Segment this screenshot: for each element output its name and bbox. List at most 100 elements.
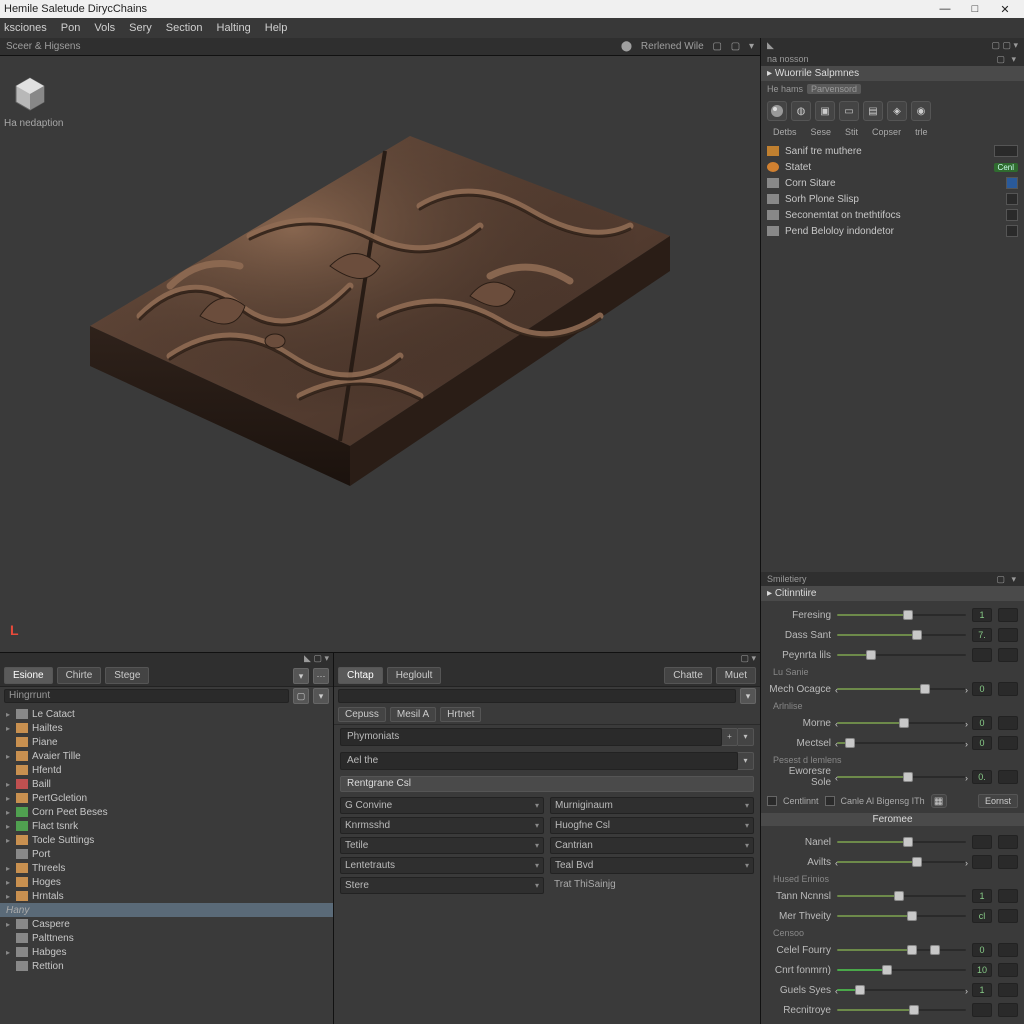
viewport-3d[interactable]: Ha nedaption L bbox=[0, 56, 760, 652]
tree-item[interactable]: ▸Habges bbox=[0, 945, 333, 959]
tree-item[interactable]: ▸Tocle Suttings bbox=[0, 833, 333, 847]
apply-button[interactable]: Eornst bbox=[978, 794, 1018, 808]
tab-chtap[interactable]: Chtap bbox=[338, 667, 383, 684]
subtab[interactable]: Cepuss bbox=[338, 707, 386, 722]
value-box[interactable]: 0 bbox=[972, 943, 992, 957]
outliner-tree[interactable]: ▸Le Catact▸HailtesPiane▸Avaier TilleHfen… bbox=[0, 705, 333, 1024]
outliner-search[interactable]: Hingrrunt bbox=[4, 689, 289, 703]
value-box[interactable]: 0 bbox=[972, 682, 992, 696]
checkbox[interactable] bbox=[825, 796, 835, 806]
material-ball-icon[interactable] bbox=[767, 101, 787, 121]
subtab[interactable]: Mesil A bbox=[390, 707, 436, 722]
tree-item[interactable]: Rettion bbox=[0, 959, 333, 973]
value-box[interactable] bbox=[998, 835, 1018, 849]
tree-item[interactable]: ▸Threels bbox=[0, 861, 333, 875]
section-header[interactable]: Rentgrane Csl bbox=[340, 776, 754, 792]
value-box[interactable] bbox=[972, 855, 992, 869]
tree-item[interactable]: ▸Avaier Tille bbox=[0, 749, 333, 763]
value-box[interactable]: 0 bbox=[972, 736, 992, 750]
tree-item[interactable]: Port bbox=[0, 847, 333, 861]
tree-item[interactable]: ▸Baill bbox=[0, 777, 333, 791]
value-box[interactable] bbox=[998, 909, 1018, 923]
menu-item[interactable]: Pon bbox=[61, 22, 81, 34]
menu-item[interactable]: Halting bbox=[217, 22, 251, 34]
slider[interactable]: ‹› bbox=[837, 716, 966, 730]
tab-chirte[interactable]: Chirte bbox=[57, 667, 102, 684]
list-item[interactable]: StatetCenl bbox=[767, 159, 1018, 175]
menu-item[interactable]: Section bbox=[166, 22, 203, 34]
panel-controls[interactable]: ▢ ▢ ▾ bbox=[991, 40, 1018, 51]
tree-item[interactable]: ▸PertGcletion bbox=[0, 791, 333, 805]
add-line-field[interactable]: Ael the bbox=[340, 752, 738, 770]
save-icon[interactable]: ▤ bbox=[863, 101, 883, 121]
value-box[interactable] bbox=[972, 648, 992, 662]
slider[interactable]: ‹› bbox=[837, 770, 966, 784]
viewport-toggle[interactable]: ▢ bbox=[713, 41, 722, 52]
options-button[interactable]: ⋯ bbox=[313, 668, 329, 684]
close-button[interactable]: ✕ bbox=[990, 3, 1020, 16]
panel-corner[interactable]: ▢ ▾ bbox=[334, 653, 760, 665]
slider[interactable]: ‹› bbox=[837, 682, 966, 696]
material-selector[interactable]: Phymoniats bbox=[340, 728, 722, 746]
list-item[interactable]: Corn Sitare bbox=[767, 175, 1018, 191]
menu-item[interactable]: Vols bbox=[94, 22, 115, 34]
slider[interactable] bbox=[837, 628, 966, 642]
camera-icon[interactable]: ▣ bbox=[815, 101, 835, 121]
swatch-icon[interactable]: ▦ bbox=[931, 794, 947, 808]
list-item[interactable]: Seconemtat on tnethtifocs bbox=[767, 207, 1018, 223]
value-box[interactable] bbox=[998, 943, 1018, 957]
globe-icon[interactable]: ◍ bbox=[791, 101, 811, 121]
value-box[interactable]: 7. bbox=[972, 628, 992, 642]
prop-dropdown[interactable]: Murniginaum bbox=[550, 797, 754, 814]
menu-item[interactable]: Help bbox=[265, 22, 288, 34]
props-search[interactable] bbox=[338, 689, 736, 703]
slider[interactable] bbox=[837, 835, 966, 849]
value-box[interactable] bbox=[998, 608, 1018, 622]
value-box[interactable] bbox=[998, 770, 1018, 784]
value-box[interactable] bbox=[998, 855, 1018, 869]
tree-item[interactable]: Palttnens bbox=[0, 931, 333, 945]
value-box[interactable] bbox=[998, 716, 1018, 730]
value-box[interactable]: 0 bbox=[972, 716, 992, 730]
value-box[interactable]: 1 bbox=[972, 608, 992, 622]
folder-icon[interactable]: ▭ bbox=[839, 101, 859, 121]
value-box[interactable] bbox=[998, 889, 1018, 903]
slider[interactable] bbox=[837, 1003, 966, 1017]
value-box[interactable] bbox=[998, 736, 1018, 750]
value-box[interactable]: 0. bbox=[972, 770, 992, 784]
tree-item[interactable]: Hfentd bbox=[0, 763, 333, 777]
value-box[interactable]: cl bbox=[972, 909, 992, 923]
axis-gizmo[interactable]: L bbox=[10, 622, 19, 638]
prop-dropdown[interactable]: Lentetrauts bbox=[340, 857, 544, 874]
value-box[interactable] bbox=[998, 648, 1018, 662]
prop-dropdown[interactable]: Tetile bbox=[340, 837, 544, 854]
material-add[interactable]: + bbox=[722, 728, 738, 746]
tree-item[interactable]: ▸Flact tsnrk bbox=[0, 819, 333, 833]
prop-dropdown[interactable]: Stere bbox=[340, 877, 544, 894]
menu-item[interactable]: ksciones bbox=[4, 22, 47, 34]
search-clear[interactable]: ▾ bbox=[313, 688, 329, 704]
section-title[interactable]: ▸ Citinntiire bbox=[761, 586, 1024, 601]
slider[interactable]: ‹› bbox=[837, 983, 966, 997]
value-box[interactable] bbox=[972, 1003, 992, 1017]
value-box[interactable] bbox=[998, 682, 1018, 696]
list-item[interactable]: Sorh Plone Slisp bbox=[767, 191, 1018, 207]
props-options[interactable]: ▾ bbox=[740, 688, 756, 704]
slider[interactable] bbox=[837, 943, 966, 957]
minimize-button[interactable]: — bbox=[930, 3, 960, 15]
material-menu[interactable]: ▾ bbox=[738, 728, 754, 746]
value-box[interactable]: 1 bbox=[972, 889, 992, 903]
slider[interactable]: ‹› bbox=[837, 855, 966, 869]
prop-dropdown[interactable]: G Convine bbox=[340, 797, 544, 814]
viewport-mode-label[interactable]: Sceer & Higsens bbox=[6, 41, 80, 52]
tree-item[interactable]: ▸Hrntals bbox=[0, 889, 333, 903]
checkbox[interactable] bbox=[767, 796, 777, 806]
viewport-toggle[interactable]: ▢ bbox=[731, 41, 740, 52]
value-box[interactable]: 10 bbox=[972, 963, 992, 977]
value-box[interactable]: 1 bbox=[972, 983, 992, 997]
prop-dropdown[interactable]: Cantrian bbox=[550, 837, 754, 854]
tab-chatte[interactable]: Chatte bbox=[664, 667, 711, 684]
search-options[interactable]: ▢ bbox=[293, 688, 309, 704]
shader-icon[interactable]: ◈ bbox=[887, 101, 907, 121]
prop-dropdown[interactable]: Huogfne Csl bbox=[550, 817, 754, 834]
